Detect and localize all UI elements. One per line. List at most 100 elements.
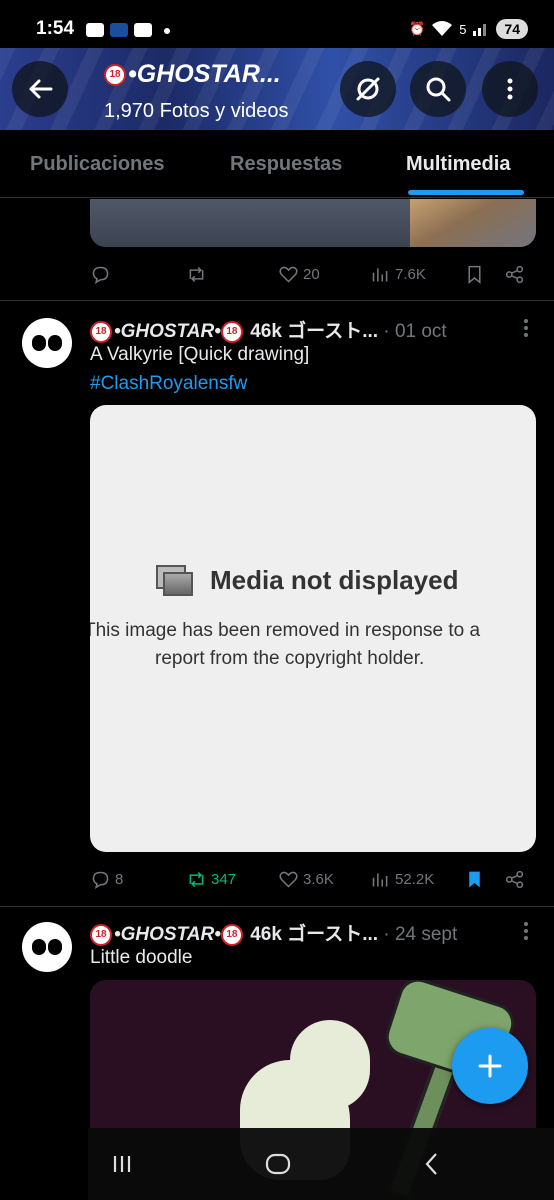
more-notifications-dot [164,28,170,34]
youtube-notification-icon [86,23,104,37]
view-count: 7.6K [395,265,426,283]
views-button[interactable]: 7.6K [370,259,426,289]
status-time: 1:54 [36,18,75,39]
wifi-icon [431,20,453,39]
back-arrow-icon [29,79,53,99]
reply-icon [92,871,109,889]
heart-icon [279,266,298,283]
media-icon-frame [163,572,193,596]
reply-button[interactable]: 8 [90,864,123,894]
tweet-text: Little doodle [90,947,193,968]
active-tab-indicator [408,190,524,195]
tab-multimedia[interactable]: Multimedia [406,130,510,198]
age-restriction-icon: 18 [220,320,243,343]
bookmark-button[interactable] [464,259,485,289]
like-count: 3.6K [303,870,334,888]
media-heading: Media not displayed [210,565,459,595]
avatar[interactable] [22,318,72,368]
youtube-notification-icon [134,23,152,37]
more-options-button[interactable] [482,61,538,117]
status-bar: 1:54 ⏰ 5 74 [0,0,554,48]
more-dot [524,326,528,330]
author-name: •GHOSTAR• [114,924,221,945]
views-icon [372,872,388,886]
search-button[interactable] [410,61,466,117]
tweet-divider [0,906,554,907]
media-not-displayed-card[interactable]: Media not displayed This image has been … [90,405,536,852]
views-icon [372,267,388,281]
tweet-date: · 24 sept [383,924,458,945]
age-restriction-icon: 18 [90,320,112,343]
recent-apps-button[interactable] [102,1148,142,1180]
retweet-icon [189,266,204,282]
avatar[interactable] [22,922,72,972]
reply-button[interactable] [90,259,111,289]
bookmark-button[interactable] [464,864,485,894]
retweet-icon [189,871,204,887]
chevron-left-icon [425,1153,437,1175]
more-dot [524,922,528,926]
avatar-eye [32,335,46,351]
share-button[interactable] [504,864,525,894]
like-count: 20 [303,265,320,283]
home-button[interactable] [258,1148,298,1180]
network-label: 5 [459,21,467,37]
author-name: •GHOSTAR• [114,321,221,342]
tweet-actions: 20 7.6K [90,259,536,289]
tweet-media-image[interactable] [90,199,536,247]
media-message-line2: report from the copyright holder. [155,648,425,669]
author-name-suffix: 46k ゴースト... [250,321,379,342]
home-icon [265,1153,291,1175]
tweet-more-button[interactable] [516,919,536,943]
alarm-icon: ⏰ [409,21,426,36]
like-button[interactable]: 20 [278,259,320,289]
compose-button[interactable] [452,1028,528,1104]
like-button[interactable]: 3.6K [278,864,334,894]
tweet-hashtag-link[interactable]: #ClashRoyalensfw [90,373,247,395]
more-dot [524,929,528,933]
age-restriction-icon: 18 [90,923,112,946]
age-restriction-icon: 18 [220,923,243,946]
signal-icon [472,20,490,39]
media-message-line1: This image has been removed in response … [90,620,481,641]
back-button[interactable] [12,61,68,117]
tweet-author-line[interactable]: 18 •GHOSTAR• 18 46k ゴースト... · 24 sept [90,919,510,946]
more-dot [524,936,528,940]
profile-tabs: Publicaciones Respuestas Multimedia [0,130,554,198]
system-navigation-bar [88,1128,554,1200]
back-nav-button[interactable] [412,1148,452,1180]
reply-count: 8 [115,870,124,888]
more-dot [524,319,528,323]
tweet-more-button[interactable] [516,316,536,340]
more-dot [524,333,528,337]
tab-publicaciones[interactable]: Publicaciones [30,130,165,198]
retweet-button[interactable]: 347 [186,864,236,894]
bookmark-filled-icon [469,871,480,887]
tweet-divider [0,300,554,301]
tweet-date: · 01 oct [383,321,447,342]
search-icon [426,77,451,102]
bookmark-icon [468,265,481,284]
retweet-button[interactable] [186,259,207,289]
author-name-suffix: 46k ゴースト... [250,924,379,945]
battery-indicator: 74 [496,19,528,39]
tweet-actions: 8 347 3.6K 52.2K [90,864,536,894]
avatar-eye [32,939,46,955]
tweet-author-line[interactable]: 18 •GHOSTAR• 18 46k ゴースト... · 01 oct [90,316,510,343]
grok-icon [356,77,380,101]
retweet-count: 347 [211,870,237,888]
tweet-text: A Valkyrie [Quick drawing] [90,344,310,365]
app-notification-icon [110,23,128,37]
reply-icon [92,266,109,284]
tab-respuestas[interactable]: Respuestas [230,130,342,198]
grok-button[interactable] [340,61,396,117]
profile-title: 18 •GHOSTAR... [104,60,281,89]
views-button[interactable]: 52.2K [370,864,434,894]
recent-apps-icon [113,1156,131,1172]
profile-media-count: 1,970 Fotos y videos [104,100,289,122]
share-icon [505,870,524,888]
share-button[interactable] [504,259,525,289]
share-icon [505,265,524,283]
more-vertical-icon [507,78,513,100]
plus-icon [478,1054,502,1078]
